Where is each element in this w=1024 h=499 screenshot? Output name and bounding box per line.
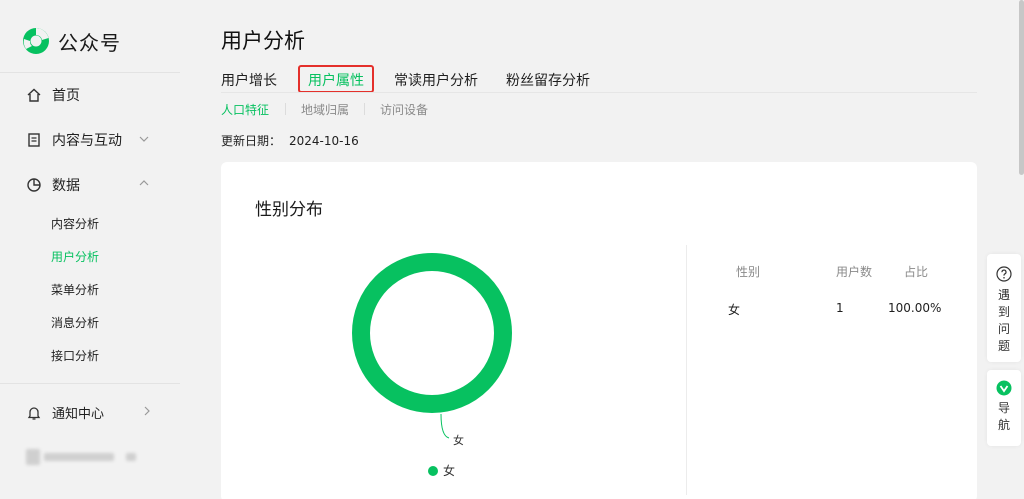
sidebar-item-user-analysis[interactable]: 用户分析	[51, 248, 99, 265]
sidebar-item-label: 首页	[52, 88, 80, 104]
update-date-label: 更新日期：	[221, 134, 282, 148]
legend-swatch	[428, 465, 438, 476]
subtab-separator	[285, 103, 286, 115]
sidebar-divider	[0, 72, 180, 73]
card-divider	[686, 245, 687, 495]
help-panel[interactable]: 遇到问题	[987, 254, 1021, 362]
tab-highlight-box	[298, 65, 374, 93]
tab-divider	[221, 92, 977, 93]
table-cell-ratio: 100.00%	[888, 301, 942, 315]
question-icon	[996, 266, 1012, 282]
sidebar-item-label: 通知中心	[52, 407, 105, 422]
sidebar-item-home[interactable]: 首页	[26, 85, 80, 105]
subtab-demographics[interactable]: 人口特征	[221, 101, 269, 118]
table-header-gender: 性别	[736, 265, 761, 279]
nav-panel[interactable]: 导航	[987, 370, 1021, 446]
update-date-value: 2024-10-16	[289, 134, 359, 148]
account-avatar-blurred[interactable]	[26, 449, 136, 465]
nav-label: 导航	[998, 401, 1011, 432]
sidebar-item-message-analysis[interactable]: 消息分析	[51, 314, 99, 331]
subtab-separator	[364, 103, 365, 115]
wechat-mp-logo-icon	[23, 28, 49, 54]
pie-chart-icon	[27, 178, 41, 192]
update-date: 更新日期： 2024-10-16	[221, 132, 359, 149]
sidebar-item-api-analysis[interactable]: 接口分析	[51, 347, 99, 364]
sidebar-item-notifications[interactable]: 通知中心	[26, 403, 104, 422]
table-header-ratio: 占比	[904, 265, 929, 279]
sidebar-item-label: 数据	[52, 178, 80, 194]
home-icon	[27, 88, 41, 102]
sidebar-item-content[interactable]: 内容与互动	[26, 130, 122, 150]
bell-icon	[27, 406, 41, 420]
tab-user-growth[interactable]: 用户增长	[221, 70, 277, 90]
table-cell-gender: 女	[728, 303, 741, 317]
page-title: 用户分析	[221, 29, 305, 53]
chart-legend[interactable]: 女	[428, 462, 455, 479]
subtab-device[interactable]: 访问设备	[380, 101, 428, 118]
sidebar-divider	[0, 383, 180, 384]
chevron-down-icon[interactable]	[139, 134, 149, 144]
donut-slice-1[interactable]	[352, 253, 512, 413]
help-label: 遇到问题	[998, 288, 1011, 353]
brand-name: 公众号	[58, 30, 121, 55]
chevron-right-icon[interactable]	[142, 406, 152, 416]
navigation-icon	[996, 380, 1012, 396]
document-icon	[28, 133, 40, 147]
page-scrollbar[interactable]	[1019, 0, 1024, 175]
sidebar-item-data[interactable]: 数据	[26, 175, 80, 195]
slice-label: 女	[453, 434, 464, 447]
table-header-users: 用户数	[836, 265, 873, 279]
card-title: 性别分布	[255, 200, 323, 220]
brand-logo[interactable]: 公众号	[22, 26, 121, 56]
sidebar-item-content-analysis[interactable]: 内容分析	[51, 215, 99, 232]
tab-frequent-readers[interactable]: 常读用户分析	[394, 70, 478, 90]
sidebar-item-menu-analysis[interactable]: 菜单分析	[51, 281, 99, 298]
table-cell-users: 1	[836, 301, 844, 315]
sidebar: 公众号 首页 内容与互动 数据 内容分析 用户分析 菜单分析 消息分析 接口分析	[0, 0, 180, 499]
gender-donut-chart	[352, 253, 512, 413]
subtab-region[interactable]: 地域归属	[301, 101, 349, 118]
legend-label: 女	[443, 464, 456, 478]
tab-fan-retention[interactable]: 粉丝留存分析	[506, 70, 590, 90]
gender-distribution-card: 性别分布 女 女 性别 用户数 占比 女 1 100.00%	[221, 162, 977, 499]
sidebar-item-label: 内容与互动	[52, 133, 122, 149]
chevron-up-icon[interactable]	[139, 178, 149, 188]
